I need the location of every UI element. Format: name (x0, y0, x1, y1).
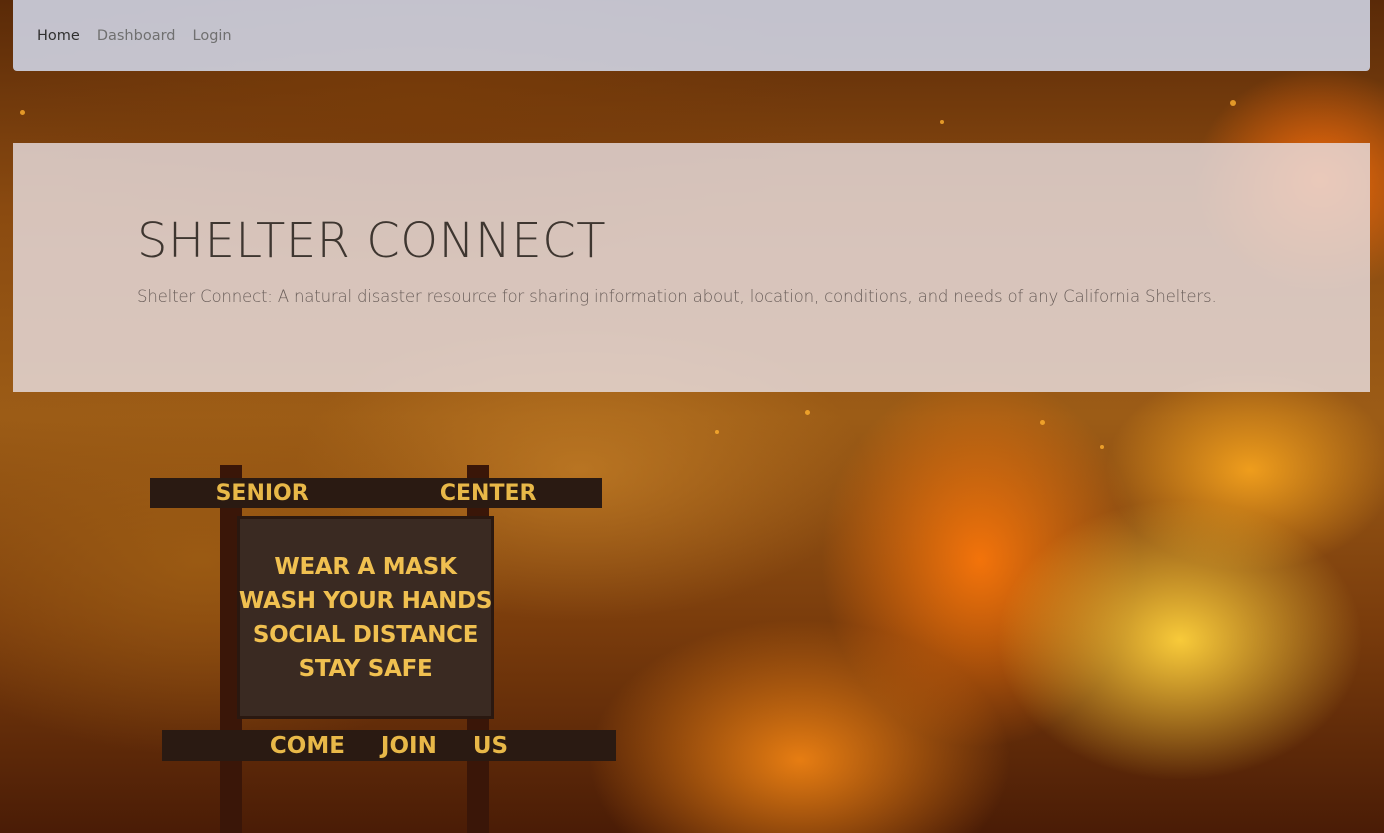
sign-bottom-text: COME (269, 732, 345, 759)
sign-top-board: SENIOR CENTER (150, 478, 602, 508)
sign-line: STAY SAFE (298, 655, 433, 682)
sign-panel: WEAR A MASK WASH YOUR HANDS SOCIAL DISTA… (237, 516, 494, 719)
sign-line: SOCIAL DISTANCE (252, 621, 479, 648)
nav-link-dashboard[interactable]: Dashboard (97, 28, 176, 44)
sign-top-right-text: CENTER (439, 480, 537, 506)
hero-description: Shelter Connect: A natural disaster reso… (137, 287, 1217, 306)
nav-link-login[interactable]: Login (193, 28, 232, 44)
ember (940, 120, 944, 124)
hero-jumbotron: SHELTER CONNECT Shelter Connect: A natur… (13, 143, 1370, 392)
ember (1100, 445, 1104, 449)
sign-bottom-board: COME JOIN US (162, 730, 616, 761)
ember (1230, 100, 1236, 106)
page-background: SENIOR CENTER WEAR A MASK WASH YOUR HAND… (0, 0, 1384, 833)
ember (1040, 420, 1045, 425)
page-title: SHELTER CONNECT (137, 213, 607, 269)
ember (715, 430, 719, 434)
sign-line: WASH YOUR HANDS (238, 587, 493, 614)
ember (805, 410, 810, 415)
sign-bottom-text: JOIN (380, 732, 437, 759)
nav-link-home[interactable]: Home (37, 28, 80, 44)
navbar: Home Dashboard Login (13, 0, 1370, 71)
ember (20, 110, 25, 115)
sign-top-left-text: SENIOR (215, 480, 309, 506)
sign-bottom-text: US (472, 732, 509, 759)
sign-line: WEAR A MASK (274, 553, 457, 580)
